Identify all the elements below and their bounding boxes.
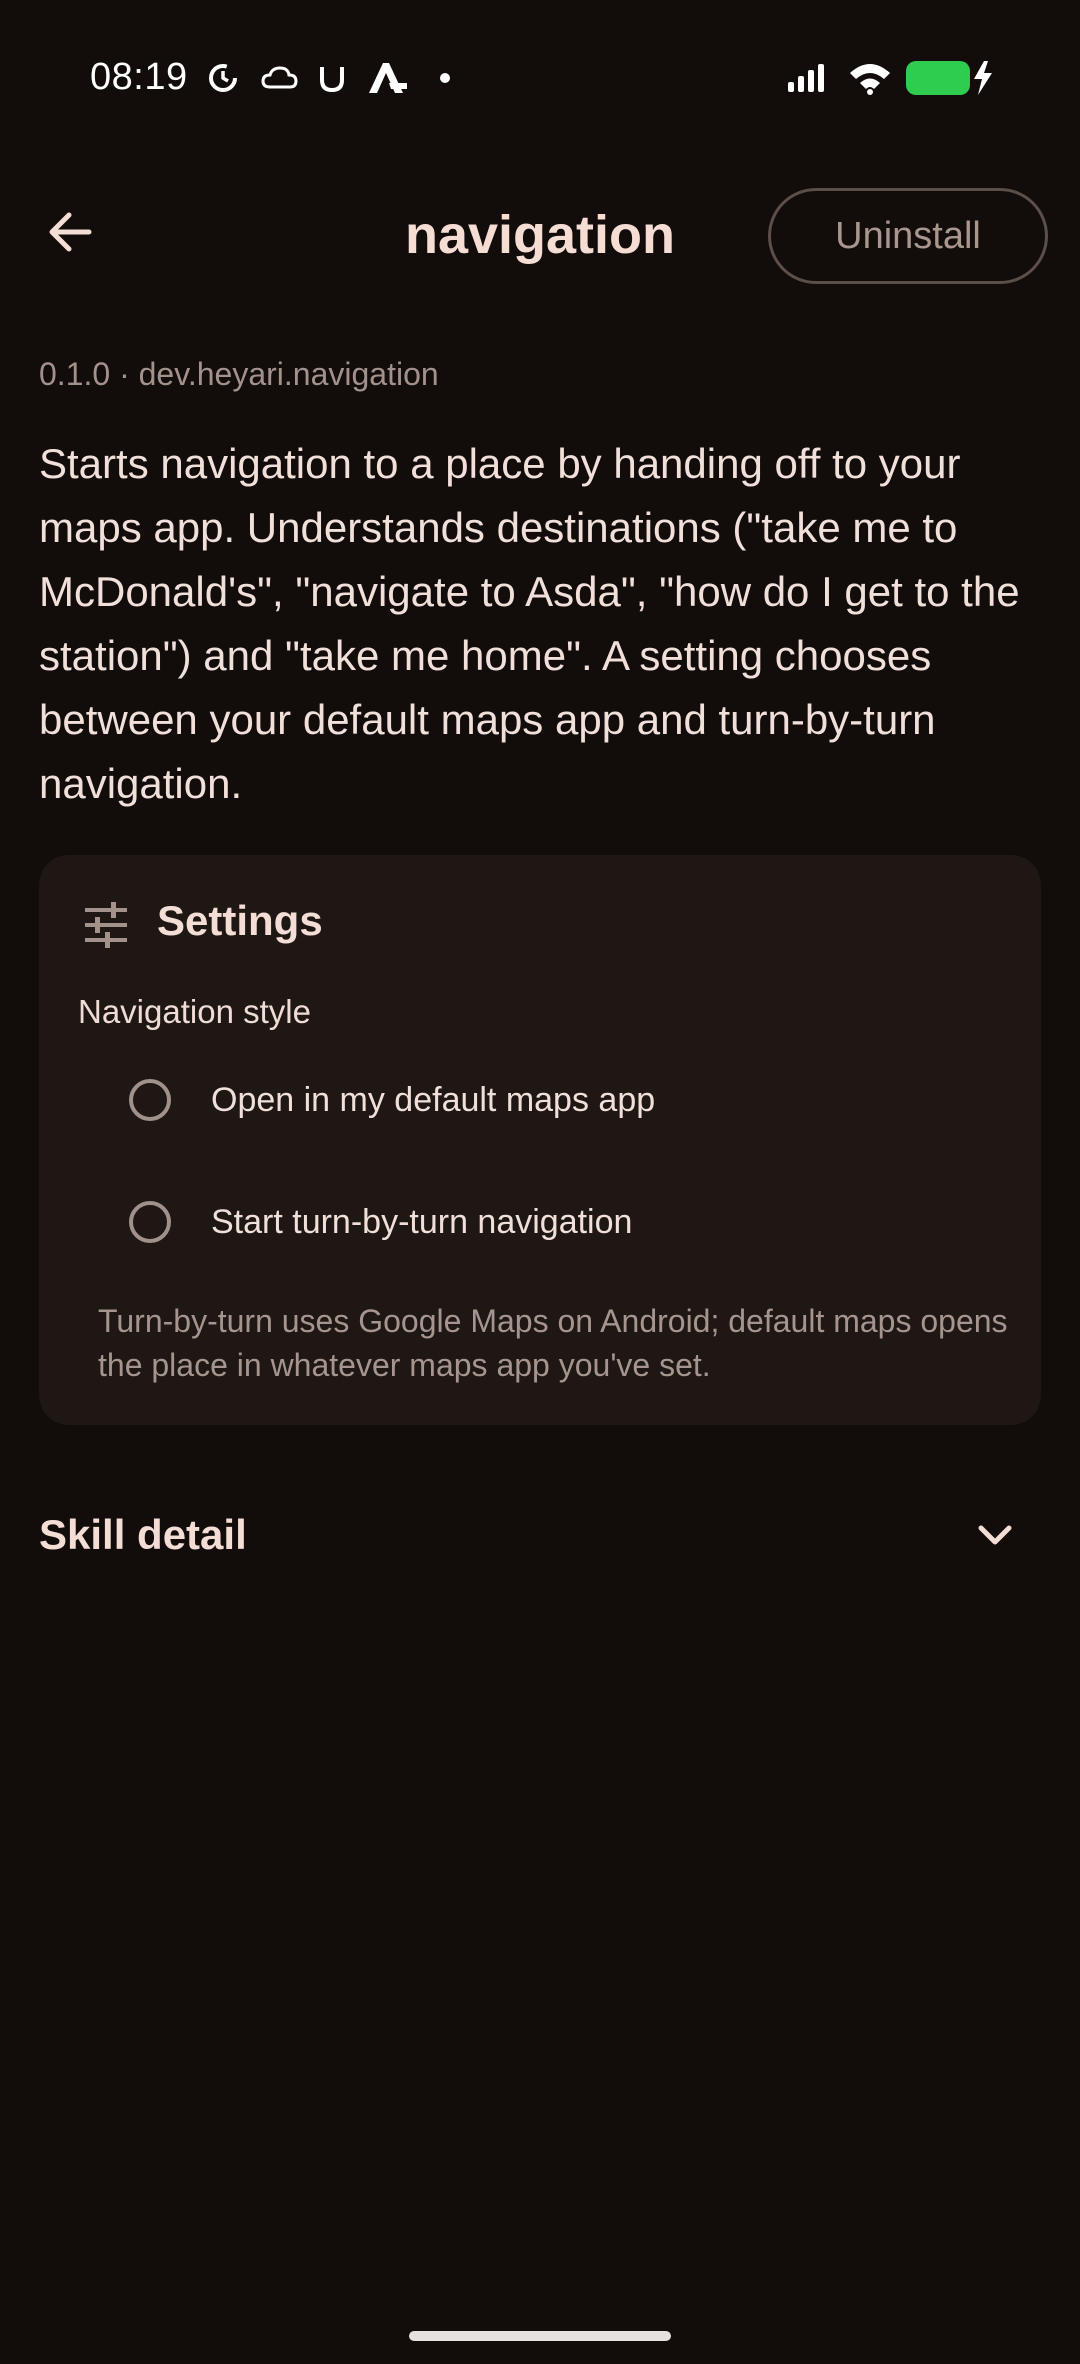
radio-button[interactable] (129, 1201, 171, 1243)
radio-button[interactable] (129, 1079, 171, 1121)
home-indicator[interactable] (409, 2331, 671, 2341)
chevron-down-icon (978, 1525, 1012, 1545)
sync-icon (203, 58, 243, 98)
version-package-label: 0.1.0 · dev.heyari.navigation (39, 356, 439, 392)
tune-icon (81, 900, 131, 950)
battery-charging-icon (906, 58, 996, 98)
wifi-icon (846, 58, 894, 98)
status-bar: 08:19 (0, 0, 1080, 160)
navigation-style-label: Navigation style (78, 993, 311, 1030)
radio-label: Open in my default maps app (211, 1080, 656, 1119)
radio-option-default-maps[interactable]: Open in my default maps app (129, 1055, 1009, 1145)
back-button[interactable] (38, 200, 102, 264)
a-icon (366, 58, 410, 98)
uninstall-button[interactable]: Uninstall (768, 188, 1048, 284)
arrow-left-icon (49, 212, 92, 252)
skill-detail-label: Skill detail (39, 1511, 247, 1558)
signal-icon (785, 58, 831, 98)
skill-description: Starts navigation to a place by handing … (39, 440, 1020, 807)
dot-icon (435, 58, 455, 98)
settings-card: Settings Navigation style Open in my def… (39, 855, 1041, 1425)
magnet-icon (313, 58, 351, 98)
settings-title: Settings (157, 897, 323, 944)
settings-hint: Turn-by-turn uses Google Maps on Android… (98, 1303, 1008, 1383)
cloud-icon (258, 58, 302, 98)
skill-detail-toggle[interactable]: Skill detail (39, 1500, 1019, 1570)
radio-option-turn-by-turn[interactable]: Start turn-by-turn navigation (129, 1177, 1009, 1267)
screen: 08:19 navigation Uninstall 0.1.0 · dev.h… (0, 0, 1080, 2364)
page-title: navigation (404, 205, 676, 265)
radio-label: Start turn-by-turn navigation (211, 1202, 633, 1241)
status-time: 08:19 (90, 56, 188, 98)
